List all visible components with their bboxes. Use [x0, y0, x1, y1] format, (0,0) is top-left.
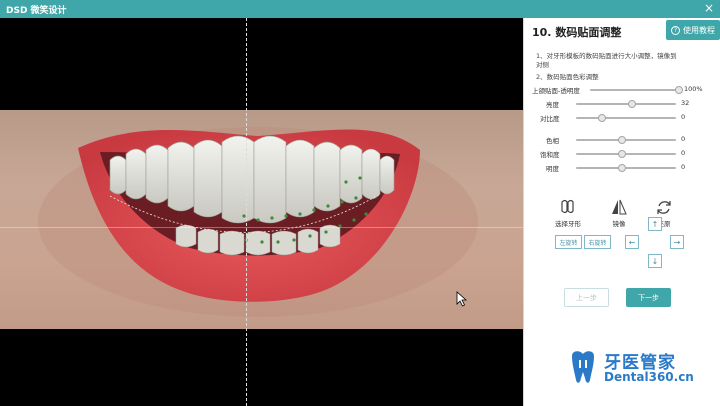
slider-label: 色相 [546, 137, 559, 145]
slider-value: 32 [681, 99, 690, 107]
slider-label: 饱和度 [540, 151, 560, 159]
help-tutorial-button[interactable]: ? 使用教程 [666, 20, 720, 40]
instruction-line: 对侧 [536, 61, 549, 69]
slider-track[interactable] [576, 117, 676, 119]
midline-guide[interactable] [246, 18, 247, 406]
slider-label: 上颌贴面-透明度 [532, 87, 580, 95]
slider-value: 100% [684, 85, 703, 93]
slider-hue: 色相 0 [532, 135, 717, 145]
slider-label: 明度 [546, 165, 559, 173]
settings-panel: ? 使用教程 10. 数码贴面调整 1、对牙形模板的数码贴面进行大小调整，镜像到… [523, 18, 720, 406]
previous-step-button[interactable]: 上一步 [564, 288, 609, 307]
slider-thumb[interactable] [618, 136, 626, 144]
slider-thumb[interactable] [628, 100, 636, 108]
slider-label: 对比度 [540, 115, 560, 123]
slider-brightness: 亮度 32 [532, 99, 717, 109]
restore-icon [657, 201, 671, 214]
smile-photo[interactable] [0, 110, 523, 329]
slider-track[interactable] [576, 139, 676, 141]
slider-thumb[interactable] [618, 150, 626, 158]
next-step-button[interactable]: 下一步 [626, 288, 671, 307]
slider-lightness: 明度 0 [532, 163, 717, 173]
slider-value: 0 [681, 163, 686, 171]
image-canvas[interactable] [0, 18, 523, 406]
slider-thumb[interactable] [618, 164, 626, 172]
smile-illustration [38, 127, 478, 317]
slider-saturation: 饱和度 0 [532, 149, 717, 159]
slider-contrast: 对比度 0 [532, 113, 717, 123]
slider-track[interactable] [590, 89, 682, 91]
window-title: DSD 微笑设计 [6, 6, 67, 16]
close-icon[interactable]: × [704, 1, 714, 15]
horizontal-guide[interactable] [0, 227, 523, 228]
slider-value: 0 [681, 135, 686, 143]
slider-value: 0 [681, 149, 686, 157]
mouse-cursor-icon [456, 291, 468, 307]
rotate-left-button[interactable]: 左旋转 [555, 235, 582, 249]
slider-value: 0 [681, 113, 686, 121]
mirror-icon [612, 199, 627, 215]
instruction-line: 2、数码贴面色彩调整 [536, 73, 599, 81]
help-icon: ? [671, 25, 680, 35]
brand-logo: 牙医管家 Dental360.cn [568, 348, 718, 396]
logo-text-en: Dental360.cn [604, 370, 694, 384]
tool-label: 选择牙形 [555, 220, 581, 228]
slider-track[interactable] [576, 153, 676, 155]
help-label: 使用教程 [683, 25, 715, 35]
instruction-line: 1、对牙形模板的数码贴面进行大小调整，镜像到 [536, 52, 677, 60]
tooth-select-icon [561, 199, 574, 214]
step-title: 10. 数码贴面调整 [532, 26, 622, 39]
move-left-button[interactable]: ← [625, 235, 639, 249]
slider-label: 亮度 [546, 101, 559, 109]
move-down-button[interactable]: ↓ [648, 254, 662, 268]
slider-track[interactable] [576, 167, 676, 169]
slider-thumb[interactable] [598, 114, 606, 122]
move-up-button[interactable]: ↑ [648, 217, 662, 231]
slider-thumb[interactable] [675, 86, 683, 94]
tool-label: 镜像 [612, 220, 626, 228]
select-tooth-shape-button[interactable]: 选择牙形 [546, 198, 590, 228]
slider-track[interactable] [576, 103, 676, 105]
tooth-logo-icon [572, 351, 594, 383]
title-bar: DSD 微笑设计 × [0, 0, 720, 18]
mirror-button[interactable]: 镜像 [597, 198, 641, 228]
slider-opacity: 上颌贴面-透明度 100% [532, 85, 717, 95]
move-right-button[interactable]: → [670, 235, 684, 249]
rotate-right-button[interactable]: 右旋转 [584, 235, 611, 249]
